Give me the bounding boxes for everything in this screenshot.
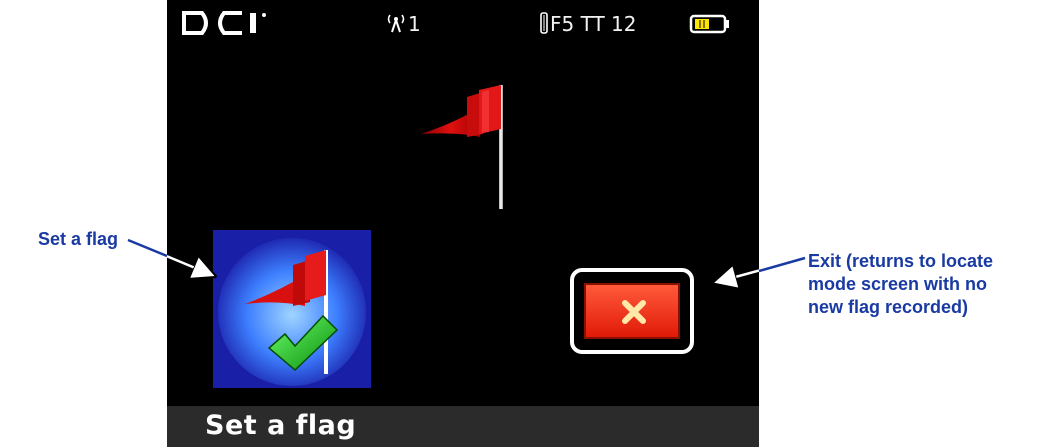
callout-arrows	[127, 238, 806, 447]
